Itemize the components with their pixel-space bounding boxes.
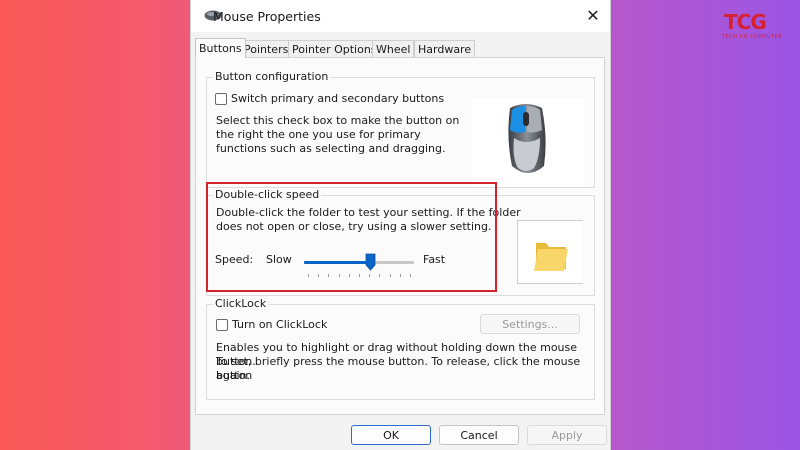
cancel-button[interactable]: Cancel [439, 425, 519, 445]
clicklock-checkbox[interactable] [216, 318, 228, 331]
button-configuration-description: Select this check box to make the button… [216, 114, 460, 155]
close-icon: ✕ [586, 5, 600, 25]
switch-buttons-row: Switch primary and secondary buttons [215, 92, 444, 105]
tab-pointers[interactable]: Pointers [240, 40, 293, 57]
clicklock-description-line2: To set, briefly press the mouse button. … [216, 355, 581, 382]
apply-button[interactable]: Apply [527, 425, 607, 445]
window-title: Mouse Properties [213, 9, 321, 24]
switch-buttons-label[interactable]: Switch primary and secondary buttons [231, 92, 444, 105]
tcg-logo: TCG TECH CO COMPUTER [718, 10, 788, 42]
clicklock-settings-button[interactable]: Settings... [480, 314, 580, 334]
ok-button[interactable]: OK [351, 425, 431, 445]
mouse-icon [508, 104, 546, 173]
clicklock-row: Turn on ClickLock [216, 318, 327, 331]
clicklock-legend: ClickLock [213, 297, 269, 310]
mouse-illustration [472, 98, 584, 187]
switch-buttons-checkbox[interactable] [215, 92, 227, 105]
tab-strip: Buttons Pointers Pointer Options Wheel H… [191, 38, 610, 58]
clicklock-group: ClickLock Turn on ClickLock Settings... … [206, 297, 595, 400]
button-configuration-group: Button configuration Switch primary and … [206, 70, 595, 188]
test-folder[interactable] [517, 220, 583, 284]
clicklock-description-line3: again. [216, 369, 250, 382]
logo-mark: TCG [724, 10, 767, 34]
logo-tagline: TECH CO COMPUTER [722, 34, 783, 40]
clicklock-label[interactable]: Turn on ClickLock [232, 318, 327, 331]
tab-pointer-options[interactable]: Pointer Options [288, 40, 381, 57]
close-button[interactable]: ✕ [582, 4, 604, 26]
folder-icon [534, 243, 568, 271]
tab-hardware[interactable]: Hardware [414, 40, 476, 57]
tab-wheel[interactable]: Wheel [372, 40, 415, 57]
title-bar: Mouse Properties ✕ [191, 0, 610, 32]
tab-buttons[interactable]: Buttons [195, 38, 246, 58]
double-click-highlight-box [206, 182, 497, 292]
button-configuration-legend: Button configuration [213, 70, 331, 83]
